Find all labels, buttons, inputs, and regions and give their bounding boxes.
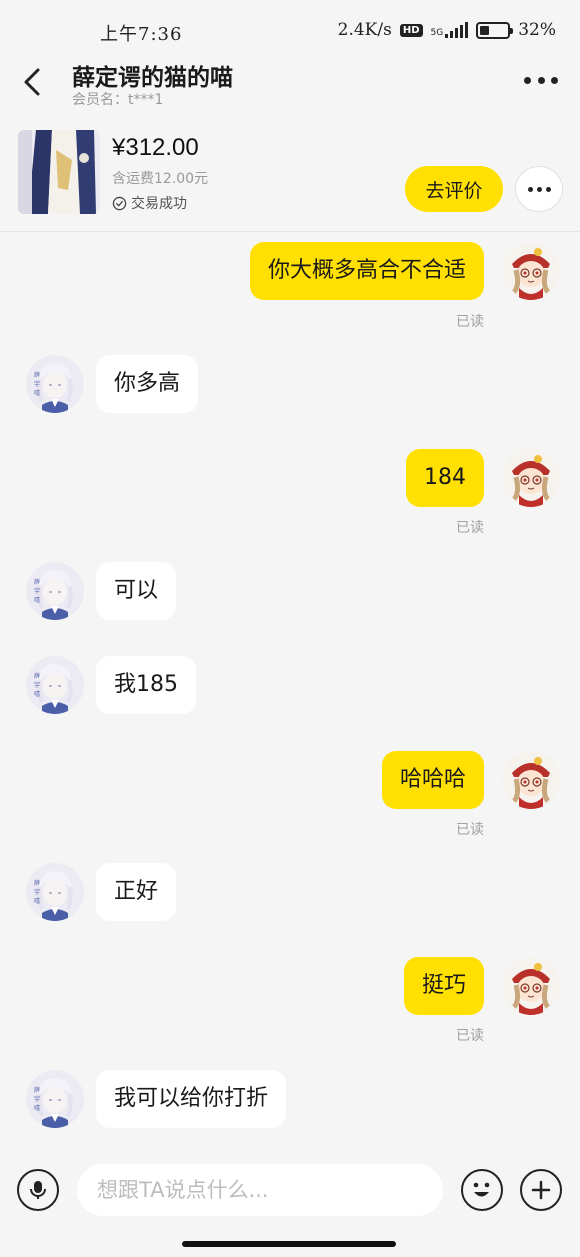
read-receipt: 已读 (456, 1028, 484, 1044)
message-row: 薛 宇 嘻 我可以给你打折 (0, 1070, 580, 1130)
avatar[interactable]: 薛 宇 嘻 (26, 562, 84, 620)
status-time: 上午7:36 (100, 24, 183, 45)
more-dots-icon (527, 186, 533, 192)
svg-text:宇: 宇 (34, 380, 40, 388)
svg-text:嘻: 嘻 (34, 897, 40, 905)
chevron-left-icon (24, 68, 40, 96)
message-bubble[interactable]: 可以 (96, 562, 177, 620)
status-indicators: 2.4K/s HD 5G 32% (338, 20, 556, 40)
signal-icon: 5G (431, 22, 469, 38)
check-circle-icon (112, 196, 127, 210)
message-row: 挺巧 已读 (0, 957, 580, 1047)
read-receipt: 已读 (456, 520, 484, 536)
emoji-button[interactable] (461, 1169, 503, 1211)
read-receipt: 已读 (456, 314, 484, 330)
message-input[interactable] (77, 1164, 443, 1216)
product-thumbnail[interactable] (18, 130, 100, 214)
message-bubble[interactable]: 184 (406, 449, 484, 507)
battery-text: 32% (518, 20, 556, 40)
trade-status-text: 交易成功 (131, 196, 187, 212)
review-button[interactable]: 去评价 (405, 166, 503, 212)
page-title: 薛定谔的猫的喵 (72, 65, 233, 91)
svg-text:宇: 宇 (34, 587, 40, 595)
hd-badge: HD (399, 23, 423, 37)
plus-icon (531, 1180, 551, 1200)
battery-icon (476, 21, 514, 39)
read-receipt: 已读 (456, 822, 484, 838)
back-button[interactable] (18, 64, 50, 100)
message-bubble[interactable]: 哈哈哈 (381, 751, 484, 809)
message-row: 薛 宇 嘻 我185 (0, 656, 580, 716)
plus-button[interactable] (520, 1169, 562, 1211)
voice-button[interactable] (17, 1169, 59, 1211)
svg-text:宇: 宇 (34, 888, 40, 896)
avatar[interactable] (502, 449, 560, 507)
svg-text:嘻: 嘻 (34, 596, 40, 604)
avatar[interactable]: 薛 宇 嘻 (26, 355, 84, 413)
svg-text:薛: 薛 (34, 371, 40, 379)
message-row: 哈哈哈 已读 (0, 751, 580, 841)
message-bubble[interactable]: 正好 (96, 863, 177, 921)
message-row: 你大概多高合不合适 已读 (0, 242, 580, 332)
shipping-fee: 含运费12.00元 (112, 171, 209, 187)
avatar[interactable] (502, 242, 560, 300)
chat-header: 薛定谔的猫的喵 会员名：t***1 (0, 58, 580, 110)
message-bubble[interactable]: 你大概多高合不合适 (249, 242, 484, 300)
member-name: 会员名：t***1 (72, 92, 164, 108)
message-row: 薛 宇 嘻 你多高 (0, 355, 580, 415)
network-type: 5G (430, 28, 444, 38)
message-bubble[interactable]: 我185 (96, 656, 196, 714)
avatar[interactable] (502, 751, 560, 809)
status-bar: 上午7:36 2.4K/s HD 5G 32% (0, 0, 580, 58)
svg-text:嘻: 嘻 (34, 690, 40, 698)
home-indicator[interactable] (182, 1241, 396, 1247)
microphone-icon (30, 1181, 46, 1199)
avatar[interactable]: 薛 宇 嘻 (26, 656, 84, 714)
avatar[interactable]: 薛 宇 嘻 (26, 863, 84, 921)
svg-text:嘻: 嘻 (34, 389, 40, 397)
message-bubble[interactable]: 你多高 (96, 355, 199, 413)
message-row: 薛 宇 嘻 正好 (0, 863, 580, 923)
svg-text:薛: 薛 (34, 1086, 40, 1094)
svg-text:宇: 宇 (34, 681, 40, 689)
message-row: 薛 宇 嘻 可以 (0, 562, 580, 622)
svg-text:薛: 薛 (34, 672, 40, 680)
more-dots-icon (524, 76, 531, 84)
product-price: ¥312.00 (112, 134, 199, 161)
smiley-icon (473, 1182, 490, 1197)
trade-status: 交易成功 (112, 193, 187, 213)
message-row: 184 已读 (0, 449, 580, 539)
product-more-button[interactable] (515, 166, 563, 212)
network-speed: 2.4K/s (337, 20, 392, 40)
avatar[interactable]: 薛 宇 嘻 (26, 1070, 84, 1128)
svg-text:嘻: 嘻 (34, 1104, 40, 1112)
input-bar (0, 1150, 580, 1230)
svg-text:宇: 宇 (34, 1095, 40, 1103)
avatar[interactable] (502, 957, 560, 1015)
product-card[interactable]: ¥312.00 含运费12.00元 交易成功 去评价 (0, 118, 580, 232)
message-bubble[interactable]: 我可以给你打折 (96, 1070, 287, 1128)
more-options-button[interactable] (524, 74, 558, 86)
message-bubble[interactable]: 挺巧 (403, 957, 484, 1015)
svg-text:薛: 薛 (34, 578, 40, 586)
svg-text:薛: 薛 (34, 879, 40, 887)
